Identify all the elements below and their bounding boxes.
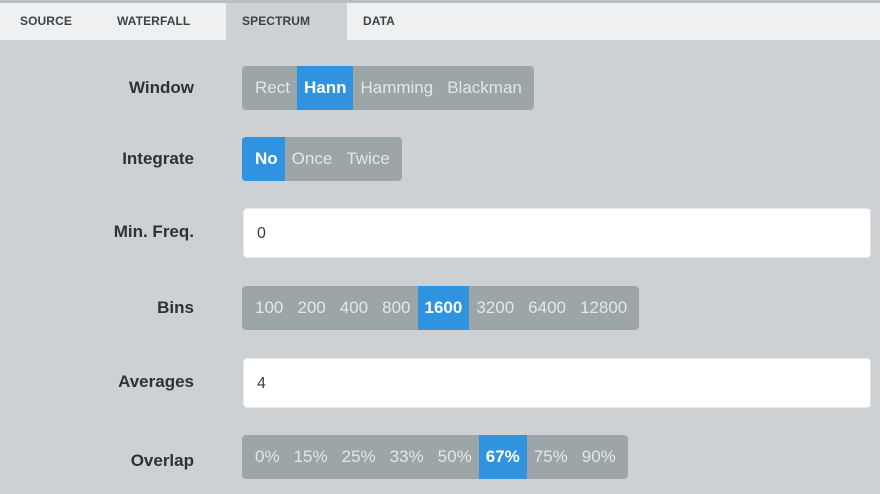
overlap-label: Overlap bbox=[130, 451, 194, 470]
averages-input[interactable]: 4 bbox=[243, 358, 871, 408]
bins-option-12800[interactable]: 12800 bbox=[573, 286, 639, 330]
overlap-option-90[interactable]: 90% bbox=[575, 435, 628, 479]
overlap-option-15[interactable]: 15% bbox=[287, 435, 335, 479]
integrate-option-once[interactable]: Once bbox=[285, 137, 340, 181]
overlap-row: Overlap 0% 15% 25% 33% 50% 67% 75% 90% bbox=[0, 435, 880, 479]
tab-data[interactable]: DATA bbox=[347, 3, 427, 40]
min-freq-input[interactable]: 0 bbox=[243, 208, 871, 258]
bins-selector: 100 200 400 800 1600 3200 6400 12800 bbox=[242, 286, 640, 330]
min-freq-label: Min. Freq. bbox=[113, 222, 194, 241]
bins-option-3200[interactable]: 3200 bbox=[469, 286, 521, 330]
min-freq-row: Min. Freq. 0 bbox=[0, 208, 880, 258]
overlap-option-25[interactable]: 25% bbox=[335, 435, 383, 479]
averages-label: Averages bbox=[118, 372, 194, 391]
bins-option-6400[interactable]: 6400 bbox=[521, 286, 573, 330]
overlap-option-50[interactable]: 50% bbox=[431, 435, 479, 479]
overlap-selector: 0% 15% 25% 33% 50% 67% 75% 90% bbox=[242, 435, 628, 479]
overlap-option-75[interactable]: 75% bbox=[527, 435, 575, 479]
spectrum-settings-app: SOURCE WATERFALL SPECTRUM DATA Window Re… bbox=[0, 0, 884, 494]
overlap-option-0[interactable]: 0% bbox=[242, 435, 287, 479]
integrate-row: Integrate No Once Twice bbox=[0, 137, 880, 181]
bins-option-800[interactable]: 800 bbox=[375, 286, 417, 330]
window-option-blackman[interactable]: Blackman bbox=[440, 66, 534, 110]
bins-option-200[interactable]: 200 bbox=[290, 286, 332, 330]
tab-waterfall[interactable]: WATERFALL bbox=[102, 3, 226, 40]
window-selector: Rect Hann Hamming Blackman bbox=[242, 66, 534, 110]
window-row: Window Rect Hann Hamming Blackman bbox=[0, 66, 880, 110]
overlap-option-67[interactable]: 67% bbox=[478, 435, 527, 479]
integrate-option-twice[interactable]: Twice bbox=[339, 137, 401, 181]
window-option-rect[interactable]: Rect bbox=[242, 66, 297, 110]
bins-label: Bins bbox=[157, 298, 194, 317]
averages-row: Averages 4 bbox=[0, 358, 880, 408]
bins-option-1600[interactable]: 1600 bbox=[417, 286, 470, 330]
overlap-option-33[interactable]: 33% bbox=[383, 435, 431, 479]
integrate-label: Integrate bbox=[122, 149, 194, 168]
bins-row: Bins 100 200 400 800 1600 3200 6400 1280… bbox=[0, 286, 880, 330]
bins-option-400[interactable]: 400 bbox=[333, 286, 375, 330]
window-option-hamming[interactable]: Hamming bbox=[353, 66, 440, 110]
integrate-option-no[interactable]: No bbox=[242, 137, 285, 181]
window-option-hann[interactable]: Hann bbox=[296, 66, 354, 110]
tab-spectrum[interactable]: SPECTRUM bbox=[226, 3, 347, 40]
window-label: Window bbox=[129, 78, 194, 97]
tab-bar: SOURCE WATERFALL SPECTRUM DATA bbox=[0, 0, 880, 40]
integrate-selector: No Once Twice bbox=[242, 137, 402, 181]
tab-source[interactable]: SOURCE bbox=[0, 3, 102, 40]
bins-option-100[interactable]: 100 bbox=[242, 286, 290, 330]
